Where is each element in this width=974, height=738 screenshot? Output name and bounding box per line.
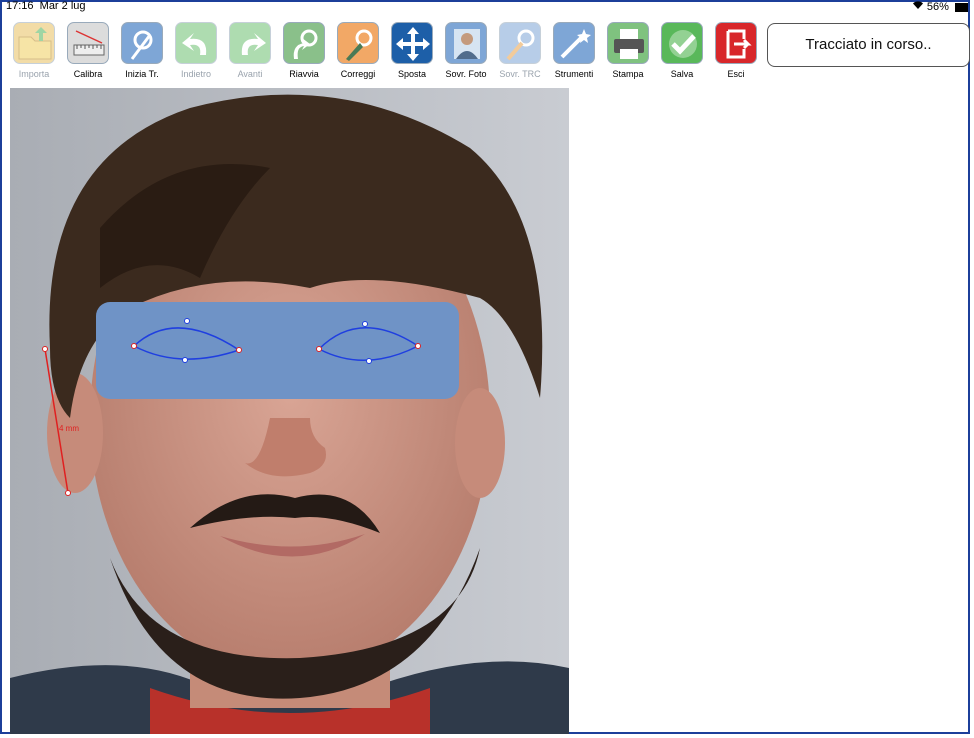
toolbar-button-sovr-foto[interactable]: Sovr. Foto xyxy=(441,22,491,84)
toolbar-button-label: Calibra xyxy=(73,69,103,79)
toolbar-button-label: Sovr. TRC xyxy=(499,69,541,79)
eye-mask-overlay xyxy=(96,302,459,399)
toolbar-button-avanti[interactable]: Avanti xyxy=(225,22,275,84)
tools-wand-icon xyxy=(553,22,595,64)
measure-label: 4 mm xyxy=(59,424,79,433)
toolbar-button-label: Esci xyxy=(727,69,745,79)
ruler-calibrate-icon xyxy=(67,22,109,64)
wifi-icon xyxy=(912,1,927,13)
correct-tracing-icon xyxy=(337,22,379,64)
toolbar-button-importa[interactable]: Importa xyxy=(9,22,59,84)
toolbar-button-indietro[interactable]: Indietro xyxy=(171,22,221,84)
face-photo-canvas[interactable]: 4 mm xyxy=(10,88,569,734)
battery-icon xyxy=(955,2,968,12)
printer-icon xyxy=(607,22,649,64)
toolbar-button-label: Inizia Tr. xyxy=(125,69,159,79)
overlay-photo-icon xyxy=(445,22,487,64)
toolbar-button-salva[interactable]: Salva xyxy=(657,22,707,84)
redo-arrow-icon xyxy=(229,22,271,64)
toolbar-button-label: Salva xyxy=(670,69,694,79)
status-time: 17:16 xyxy=(6,0,34,12)
tracing-status-box: Tracciato in corso.. xyxy=(767,23,970,67)
start-tracing-icon xyxy=(121,22,163,64)
toolbar-button-label: Sovr. Foto xyxy=(445,69,487,79)
toolbar-button-label: Riavvia xyxy=(289,69,319,79)
main-toolbar: Importa Calibra Inizia Tr. Indietro Avanti Ri… xyxy=(9,22,761,84)
toolbar-button-label: Stampa xyxy=(612,69,644,79)
toolbar-button-correggi[interactable]: Correggi xyxy=(333,22,383,84)
restart-tracing-icon xyxy=(283,22,325,64)
toolbar-button-calibra[interactable]: Calibra xyxy=(63,22,113,84)
exit-door-icon xyxy=(715,22,757,64)
toolbar-button-inizia-tr[interactable]: Inizia Tr. xyxy=(117,22,167,84)
overlay-trc-icon xyxy=(499,22,541,64)
status-bar: 17:16 Mar 2 lug 56% xyxy=(6,0,968,14)
toolbar-button-label: Importa xyxy=(18,69,50,79)
toolbar-button-sposta[interactable]: Sposta xyxy=(387,22,437,84)
toolbar-button-label: Indietro xyxy=(180,69,212,79)
toolbar-button-strumenti[interactable]: Strumenti xyxy=(549,22,599,84)
toolbar-button-riavvia[interactable]: Riavvia xyxy=(279,22,329,84)
toolbar-button-label: Strumenti xyxy=(554,69,594,79)
move-arrows-icon xyxy=(391,22,433,64)
toolbar-button-sovr-trc[interactable]: Sovr. TRC xyxy=(495,22,545,84)
save-check-icon xyxy=(661,22,703,64)
folder-import-icon xyxy=(13,22,55,64)
battery-percent: 56% xyxy=(926,1,949,13)
undo-arrow-icon xyxy=(175,22,217,64)
toolbar-button-stampa[interactable]: Stampa xyxy=(603,22,653,84)
status-date: Mar 2 lug xyxy=(39,0,86,12)
toolbar-button-label: Avanti xyxy=(237,69,263,79)
toolbar-button-esci[interactable]: Esci xyxy=(711,22,761,84)
toolbar-button-label: Sposta xyxy=(397,69,427,79)
toolbar-button-label: Correggi xyxy=(340,69,376,79)
